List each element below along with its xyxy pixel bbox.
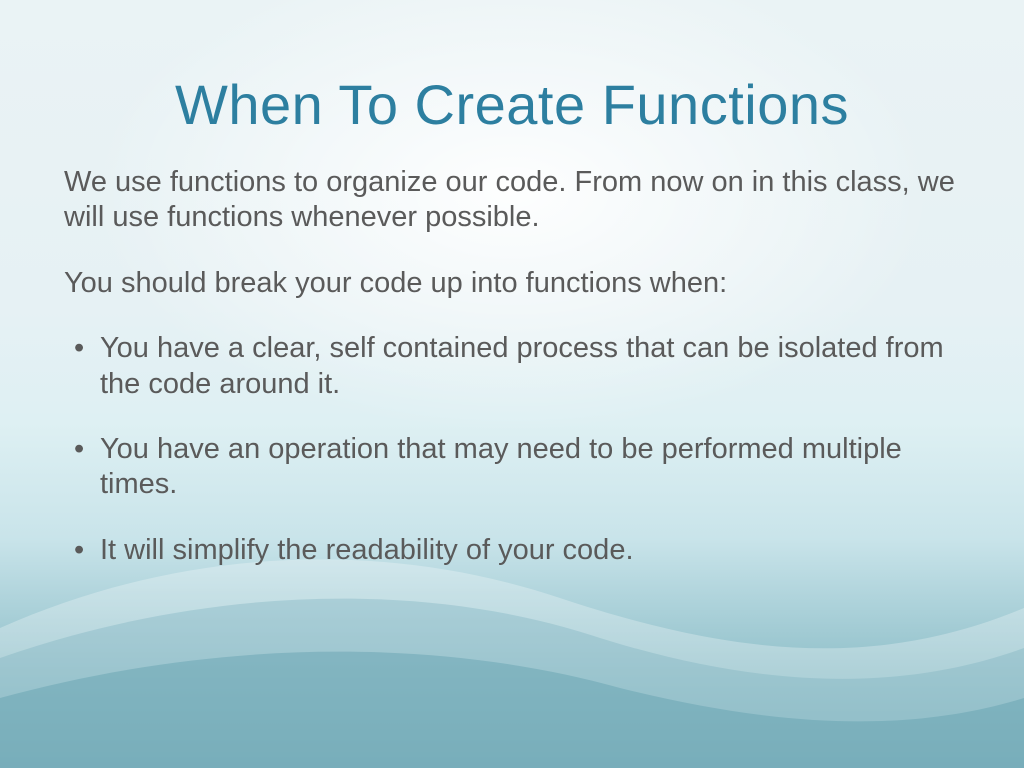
bullet-item: It will simplify the readability of your… xyxy=(64,533,960,568)
slide-title: When To Create Functions xyxy=(64,72,960,137)
slide-content: When To Create Functions We use function… xyxy=(0,0,1024,568)
bullet-list: You have a clear, self contained process… xyxy=(64,331,960,568)
intro-paragraph: We use functions to organize our code. F… xyxy=(64,165,960,236)
lead-paragraph: You should break your code up into funct… xyxy=(64,266,960,301)
bullet-item: You have an operation that may need to b… xyxy=(64,432,960,503)
bullet-item: You have a clear, self contained process… xyxy=(64,331,960,402)
